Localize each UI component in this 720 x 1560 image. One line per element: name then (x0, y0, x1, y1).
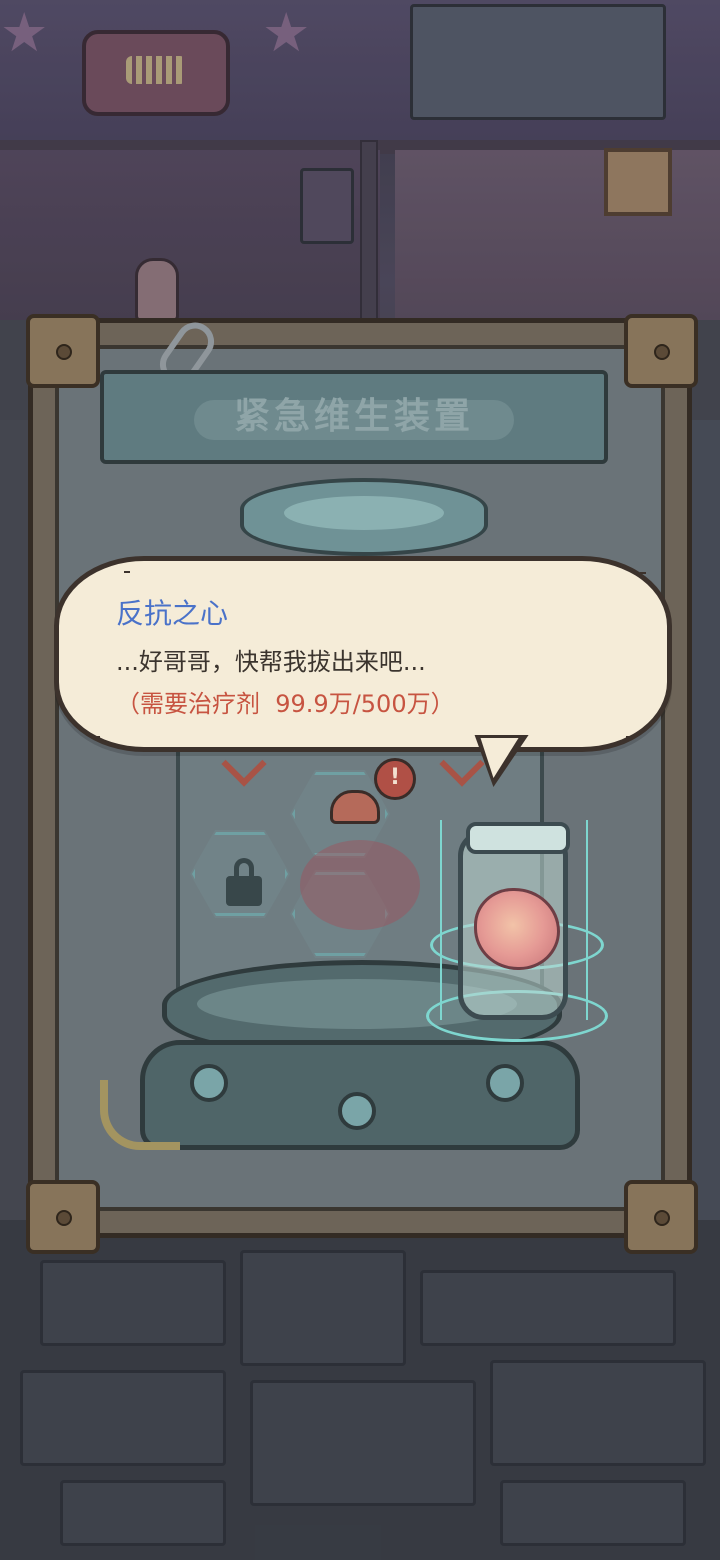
radio-grill (126, 56, 186, 84)
floor-panel (420, 1270, 676, 1346)
frame-corner-bolt (26, 1180, 100, 1254)
game-scene: ★ ★ 紧急维生装置 ! 反抗之心 ...好哥哥，快帮我拔出来吧... （需要治… (0, 0, 720, 1560)
panel-title: 紧急维生装置 (233, 396, 474, 437)
bubble-dash (94, 736, 100, 738)
capsule-heart-core (300, 840, 420, 930)
star-decoration-icon: ★ (0, 1, 49, 64)
title-banner: 紧急维生装置 (100, 370, 608, 464)
frame-corner-bolt (624, 314, 698, 388)
speaker-name: 反抗之心 (116, 597, 229, 630)
brain-jar-icon[interactable] (426, 800, 608, 1042)
coolant-pipe (100, 1080, 180, 1150)
floor-panel (40, 1260, 226, 1346)
lock-icon (226, 858, 262, 908)
frame-corner-bolt (624, 1180, 698, 1254)
mushroom-item-icon (330, 790, 380, 824)
bubble-dash (626, 736, 632, 738)
speech-bubble-tail-fill (473, 738, 519, 778)
floor-panel (20, 1370, 226, 1466)
bubble-dash (124, 571, 130, 573)
dialog-line: ...好哥哥，快帮我拔出来吧... (116, 648, 426, 676)
floor-panel (490, 1360, 706, 1466)
floor-panel (240, 1250, 406, 1366)
background-machine-panel (410, 4, 666, 120)
background-sign (300, 168, 354, 244)
base-light (190, 1064, 228, 1102)
background-right-shelf (688, 420, 720, 1220)
background-pipe (360, 140, 378, 324)
capsule-top-cap (240, 478, 488, 556)
base-light (338, 1092, 376, 1130)
radio-prop (82, 30, 230, 116)
background-character (135, 258, 179, 322)
brain-icon (474, 888, 560, 970)
background-picture-frame (604, 148, 672, 216)
hologram-line (586, 820, 588, 1020)
bubble-dash (640, 572, 646, 574)
floor-panel (60, 1480, 226, 1546)
star-decoration-icon: ★ (262, 1, 311, 64)
floor-panel (250, 1380, 476, 1506)
base-light (486, 1064, 524, 1102)
hologram-line (440, 820, 442, 1020)
frame-corner-bolt (26, 314, 100, 388)
lock-body (226, 876, 262, 906)
alert-icon[interactable]: ! (374, 758, 416, 800)
jar-lid (466, 822, 570, 854)
floor-panel (500, 1480, 686, 1546)
requirement-text: （需要治疗剂 99.9万/500万） (116, 690, 455, 718)
capsule-top-light (284, 496, 444, 530)
